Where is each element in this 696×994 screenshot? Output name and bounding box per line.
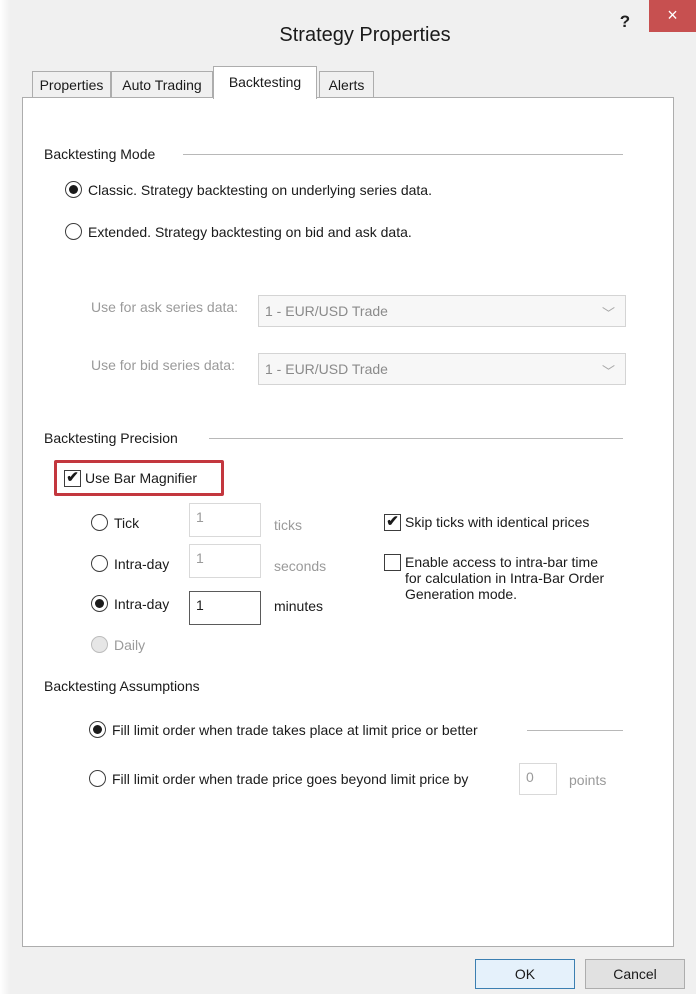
bid-series-label: Use for bid series data: (91, 357, 235, 373)
tab-backtesting[interactable]: Backtesting (213, 66, 317, 99)
daily-label: Daily (114, 637, 146, 653)
backtesting-precision-heading: Backtesting Precision (44, 430, 178, 446)
fill-limit-label: Fill limit order when trade takes place … (112, 722, 478, 738)
intrabar-time-checkbox[interactable] (384, 554, 401, 571)
fill-beyond-radio[interactable] (89, 770, 106, 787)
intraday-seconds-unit: seconds (274, 558, 327, 574)
window-shadow (0, 0, 10, 994)
divider (527, 730, 623, 731)
divider (209, 438, 623, 439)
fill-beyond-label: Fill limit order when trade price goes b… (112, 771, 469, 787)
tab-alerts[interactable]: Alerts (319, 71, 374, 98)
tick-unit: ticks (274, 517, 302, 533)
classic-mode-radio[interactable] (65, 181, 82, 198)
fill-limit-radio[interactable] (89, 721, 106, 738)
intraday-seconds-label: Intra-day (114, 556, 170, 572)
intraday-minutes-input[interactable]: 1 (189, 591, 261, 625)
intraday-minutes-radio[interactable] (91, 595, 108, 612)
bid-series-select[interactable]: 1 - EUR/USD Trade ﹀ (258, 353, 626, 385)
ok-button[interactable]: OK (475, 959, 575, 989)
close-icon: × (667, 5, 678, 25)
chevron-down-icon: ﹀ (601, 306, 615, 321)
extended-mode-label: Extended. Strategy backtesting on bid an… (88, 224, 412, 240)
intrabar-time-line: for calculation in Intra-Bar Order (405, 570, 605, 586)
skip-ticks-checkbox[interactable]: ✔ (384, 514, 401, 531)
tab-auto-trading[interactable]: Auto Trading (111, 71, 213, 98)
ask-series-value: 1 - EUR/USD Trade (265, 303, 388, 319)
intrabar-time-line: Generation mode. (405, 586, 518, 602)
tick-input[interactable]: 1 (189, 503, 261, 537)
fill-beyond-unit: points (569, 772, 607, 788)
title-bar: Strategy Properties ? × (0, 0, 696, 66)
intrabar-time-line: Enable access to intra-bar time (405, 554, 598, 570)
backtesting-panel: Backtesting Mode Classic. Strategy backt… (22, 97, 674, 947)
tab-properties[interactable]: Properties (32, 71, 111, 98)
intraday-minutes-unit: minutes (274, 598, 324, 614)
fill-beyond-input[interactable]: 0 (519, 763, 557, 795)
cancel-button[interactable]: Cancel (585, 959, 685, 989)
window-title: Strategy Properties (279, 24, 451, 46)
tick-label: Tick (114, 515, 140, 531)
tick-radio[interactable] (91, 514, 108, 531)
bid-series-value: 1 - EUR/USD Trade (265, 361, 388, 377)
ask-series-label: Use for ask series data: (91, 299, 239, 315)
close-button[interactable]: × (649, 0, 696, 32)
chevron-down-icon: ﹀ (601, 364, 615, 379)
ask-series-select[interactable]: 1 - EUR/USD Trade ﹀ (258, 295, 626, 327)
intrabar-time-label: Enable access to intra-bar time for calc… (405, 554, 604, 602)
extended-mode-radio[interactable] (65, 223, 82, 240)
intraday-minutes-label: Intra-day (114, 596, 170, 612)
skip-ticks-label: Skip ticks with identical prices (405, 514, 590, 530)
classic-mode-label: Classic. Strategy backtesting on underly… (88, 182, 432, 198)
bar-magnifier-checkbox[interactable]: ✔ (64, 470, 81, 487)
strategy-properties-dialog: Strategy Properties ? × Properties Auto … (0, 0, 696, 994)
intraday-seconds-radio[interactable] (91, 555, 108, 572)
help-button[interactable]: ? (614, 12, 636, 34)
bar-magnifier-label: Use Bar Magnifier (85, 470, 198, 486)
intraday-seconds-input[interactable]: 1 (189, 544, 261, 578)
backtesting-assumptions-heading: Backtesting Assumptions (44, 678, 200, 694)
daily-radio[interactable] (91, 636, 108, 653)
divider (183, 154, 623, 155)
backtesting-mode-heading: Backtesting Mode (44, 146, 156, 162)
